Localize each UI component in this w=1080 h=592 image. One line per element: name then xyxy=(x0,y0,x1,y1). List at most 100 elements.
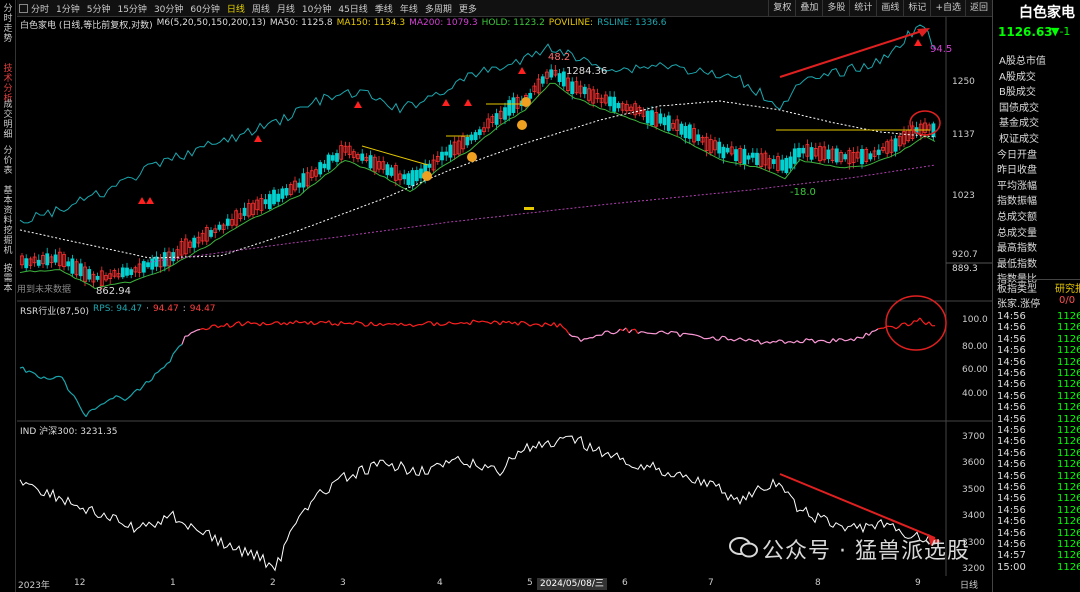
rsr-line-segment xyxy=(127,395,132,399)
candle-body xyxy=(755,152,759,165)
rsr-line-segment xyxy=(37,376,42,380)
rsr-line-segment xyxy=(397,322,402,326)
rsr-line-segment xyxy=(487,321,492,325)
rsr-line-segment xyxy=(691,333,696,336)
rsr-line-segment xyxy=(502,320,507,324)
candle-body xyxy=(385,164,390,176)
x-tick-4: 3 xyxy=(340,578,346,588)
rsr-line-segment xyxy=(928,321,933,327)
rsr-line-segment xyxy=(484,321,489,323)
rsr-line-segment xyxy=(451,322,456,325)
x-tick-5: 4 xyxy=(437,578,443,588)
tick-row: 14:56 1126 xyxy=(997,482,1080,493)
rsr-line-segment xyxy=(523,321,528,325)
rsr-line-segment xyxy=(70,392,75,397)
rsr-line-segment xyxy=(154,371,159,375)
signal-circle-marker xyxy=(521,97,531,107)
rsr-line-segment xyxy=(202,327,207,331)
rsr-line-segment xyxy=(34,373,39,378)
rsr-line-segment xyxy=(904,322,909,327)
buy-signal-triangle xyxy=(254,135,262,142)
rsr-line-segment xyxy=(580,338,585,342)
candle-body xyxy=(540,76,545,84)
rsr-line-segment xyxy=(514,321,519,326)
ind-y-tick-2: 3500 xyxy=(962,485,985,495)
rsr-line-segment xyxy=(547,323,552,327)
rsr-line-segment xyxy=(181,335,186,345)
rsr-line-segment xyxy=(745,338,750,342)
candle-body xyxy=(70,258,75,274)
rsr-line-segment xyxy=(76,400,81,408)
rsr-line-segment xyxy=(217,325,222,329)
rsr-line-segment xyxy=(700,336,705,340)
tab-board-type[interactable]: 板指类型 xyxy=(997,284,1037,295)
rsr-line-segment xyxy=(850,338,855,342)
rsr-line-segment xyxy=(775,339,780,343)
candle-body xyxy=(931,123,936,138)
rsr-line-segment xyxy=(355,320,360,323)
rsr-line-segment xyxy=(385,323,390,325)
rsr-line-segment xyxy=(742,339,747,342)
rsr-line-segment xyxy=(922,321,927,326)
tick-row: 14:56 1126 xyxy=(997,413,1080,425)
rsr-line-segment xyxy=(628,329,633,334)
rsr-line-segment xyxy=(151,373,156,380)
rsr-line-segment xyxy=(847,338,852,341)
candle-body xyxy=(582,86,587,95)
rsr-line-segment xyxy=(391,322,396,325)
candle-body xyxy=(78,263,83,277)
ma200-label: MA200: 1079.3 xyxy=(409,18,478,28)
candle-body xyxy=(242,207,247,216)
candle-body xyxy=(658,113,663,124)
rsr-line-segment xyxy=(436,322,441,326)
rsr-line-segment xyxy=(19,366,24,369)
x-tick-6: 5 xyxy=(527,578,533,588)
rsr-line-segment xyxy=(277,321,282,326)
candle-body xyxy=(297,182,302,188)
rsr-line-segment xyxy=(496,321,501,326)
rsr-line-segment xyxy=(160,366,165,370)
chart-canvas[interactable] xyxy=(0,0,992,592)
rsr-line-segment xyxy=(853,336,858,342)
rsr-line-segment xyxy=(655,331,660,335)
rsr-line-segment xyxy=(112,395,117,400)
rsr-line-segment xyxy=(130,391,135,396)
rsr-line-segment xyxy=(52,376,57,380)
trend-arrow-top xyxy=(779,29,926,78)
market-item-6: 今日开盘 xyxy=(997,149,1037,161)
rsr-line-segment xyxy=(772,340,777,343)
rsr-line-segment xyxy=(856,336,861,339)
rsr-line-segment xyxy=(283,322,288,326)
rsr-line-segment xyxy=(925,321,930,326)
stock-name: 白色家电 xyxy=(1019,5,1075,21)
rsr-line-segment xyxy=(790,341,795,344)
poviline-marker xyxy=(524,207,534,210)
rsr-line-segment xyxy=(163,363,168,368)
highlight-date: 2024/05/08/三 xyxy=(537,578,607,590)
main-chart-legend: 白色家电 (日线,等比前复权,对数) M6(5,20,50,150,200,13… xyxy=(20,18,671,31)
rsr-value-1: 94.47 xyxy=(152,304,179,314)
candle-body xyxy=(780,159,785,171)
rsr-line-segment xyxy=(676,331,681,338)
rsr-line-segment xyxy=(334,323,339,327)
rsr-line-segment xyxy=(43,376,48,380)
candle-body xyxy=(679,123,684,135)
rsr-line-segment xyxy=(889,325,894,328)
rsr-line-segment xyxy=(322,321,327,324)
buy-signal-triangle xyxy=(354,101,362,108)
rsr-line-segment xyxy=(766,341,771,344)
main-y-tick-4: 889.3 xyxy=(952,264,978,274)
rsr-line-segment xyxy=(337,321,342,326)
market-item-1: A股成交 xyxy=(999,71,1036,83)
main-y-tick-0: 1250 xyxy=(952,77,975,87)
rsr-line-segment xyxy=(412,324,417,328)
rsr-line-segment xyxy=(280,322,285,326)
rsr-line-segment xyxy=(190,331,195,334)
candle-body xyxy=(66,261,71,267)
tab-research[interactable]: 研究报 xyxy=(1055,280,1080,295)
candle-body xyxy=(792,148,797,164)
rsr-line-segment xyxy=(133,388,138,393)
rsr-line-segment xyxy=(658,330,663,333)
candle-body xyxy=(368,155,373,169)
rsr-line-segment xyxy=(250,322,255,325)
